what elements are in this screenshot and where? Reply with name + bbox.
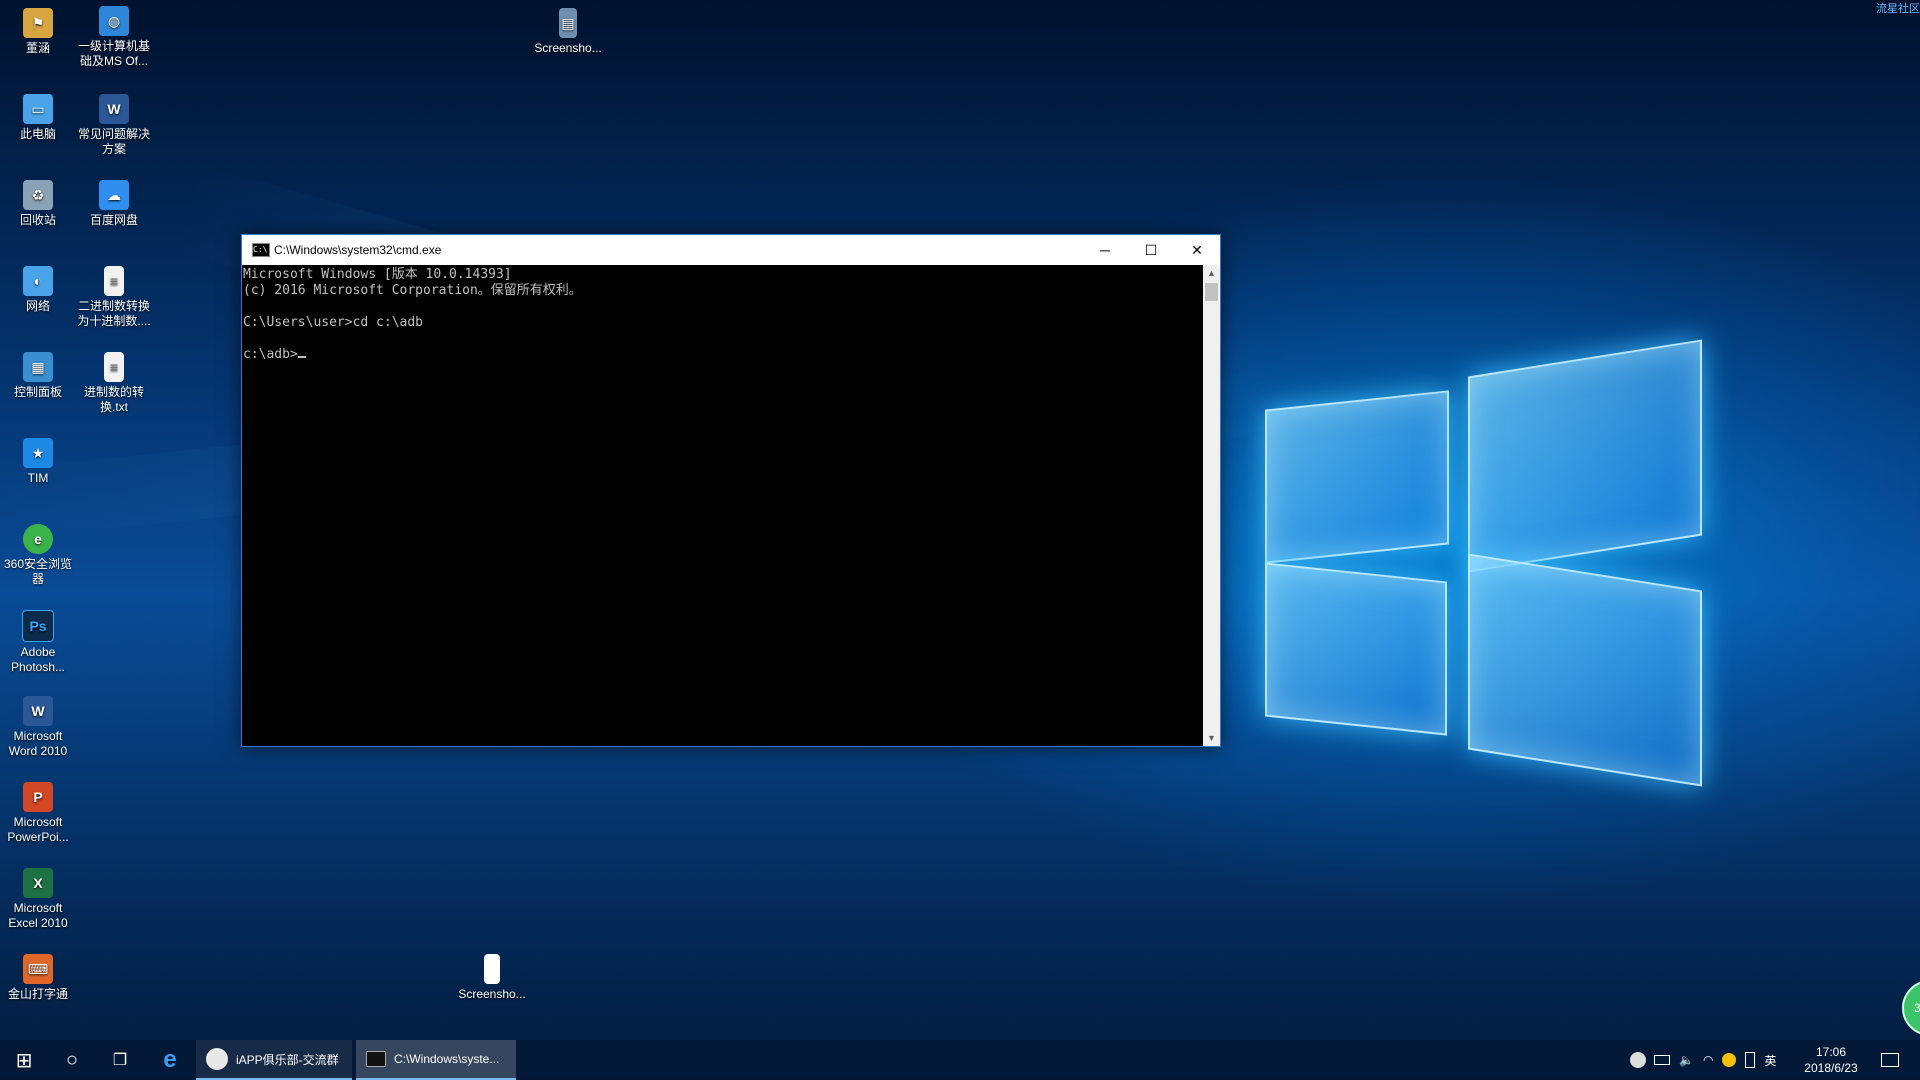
desktop-icon-network[interactable]: ◐ 网络 [0, 266, 76, 314]
text-file-icon: ≡ [104, 352, 124, 382]
maximize-button[interactable]: ☐ [1128, 235, 1174, 265]
tim-icon: ★ [23, 438, 53, 468]
user-folder-icon: ⚑ [23, 8, 53, 38]
taskbar: ⊞ ○ ❐ e iAPP俱乐部-交流群 C:\Windows\syste... … [0, 1040, 1920, 1080]
desktop-icon-recycle-bin[interactable]: ♻ 回收站 [0, 180, 76, 228]
desktop-icon-photoshop[interactable]: Ps Adobe Photosh... [0, 610, 76, 675]
usb-device-icon[interactable] [1745, 1052, 1756, 1068]
minimize-button[interactable]: ─ [1082, 235, 1128, 265]
blank-file-icon [484, 954, 500, 984]
action-center-button[interactable] [1870, 1040, 1910, 1080]
desktop-icon-screenshot-bottom[interactable]: Screensho... [454, 954, 530, 1002]
image-file-icon: ▤ [559, 8, 577, 38]
cmd-window-title: C:\Windows\system32\cmd.exe [274, 243, 442, 257]
console-line: (c) 2016 Microsoft Corporation。保留所有权利。 [243, 283, 582, 298]
close-icon: ✕ [1191, 241, 1203, 258]
system-tray: 🔈 ◠ 英 [1630, 1040, 1776, 1080]
clock-date: 2018/6/23 [1804, 1061, 1858, 1075]
search-button[interactable]: ○ [48, 1040, 96, 1080]
scroll-down-icon[interactable]: ▼ [1203, 730, 1220, 746]
desktop-icon-base-conversion-txt[interactable]: ≡ 进制数的转换.txt [76, 352, 152, 415]
taskbar-app-label: C:\Windows\syste... [394, 1052, 500, 1066]
word-doc-icon: W [99, 94, 129, 124]
taskbar-clock[interactable]: 17:06 2018/6/23 [1786, 1044, 1876, 1076]
cmd-window[interactable]: C:\ C:\Windows\system32\cmd.exe ─ ☐ ✕ Mi… [241, 234, 1221, 747]
taskbar-app-iapp-club[interactable]: iAPP俱乐部-交流群 [196, 1040, 352, 1080]
tray-battery-icon[interactable] [1654, 1055, 1670, 1065]
desktop-icon-this-pc[interactable]: ▭ 此电脑 [0, 94, 76, 142]
baidu-netdisk-icon: ☁ [99, 180, 129, 210]
task-view-icon: ❐ [112, 1052, 128, 1069]
console-line: Microsoft Windows [版本 10.0.14393] [243, 267, 512, 282]
desktop-icon-faq-solutions[interactable]: W 常见问题解决方案 [76, 94, 152, 157]
taskbar-app-cmd[interactable]: C:\Windows\syste... [356, 1040, 516, 1080]
desktop-icon-powerpoint[interactable]: P Microsoft PowerPoi... [0, 782, 76, 845]
maximize-icon: ☐ [1144, 241, 1158, 258]
task-view-button[interactable]: ❐ [96, 1040, 144, 1080]
close-button[interactable]: ✕ [1174, 235, 1220, 265]
console-line: C:\Users\user>cd c:\adb [243, 315, 424, 330]
word-icon: W [23, 696, 53, 726]
wifi-icon[interactable]: ◠ [1703, 1053, 1713, 1067]
scrollbar-thumb[interactable] [1205, 283, 1218, 301]
control-panel-icon: ▦ [23, 352, 53, 382]
cmd-icon [366, 1051, 386, 1067]
360-browser-icon: e [23, 524, 53, 554]
desktop-icon-kingsoft-typing[interactable]: ⌨ 金山打字通 [0, 954, 76, 1002]
tray-360-icon[interactable] [1722, 1053, 1737, 1067]
desktop-icon-control-panel[interactable]: ▦ 控制面板 [0, 352, 76, 400]
desktop-icon-binary-to-decimal[interactable]: ≡ 二进制数转换为十进制数.... [76, 266, 152, 329]
start-button[interactable]: ⊞ [0, 1040, 48, 1080]
text-file-icon: ≡ [104, 266, 124, 296]
console-output[interactable]: Microsoft Windows [版本 10.0.14393] (c) 20… [242, 265, 1203, 746]
recycle-bin-icon: ♻ [23, 180, 53, 210]
kingsoft-typing-icon: ⌨ [23, 954, 53, 984]
clock-time: 17:06 [1815, 1045, 1847, 1059]
desktop-icon-baidu-netdisk[interactable]: ☁ 百度网盘 [76, 180, 152, 228]
notification-icon [1881, 1053, 1899, 1067]
cortana-search-icon: ○ [65, 1048, 79, 1071]
excel-icon: X [23, 868, 53, 898]
network-icon: ◐ [23, 266, 53, 296]
console-prompt: c:\adb> [243, 347, 298, 362]
chat-app-icon [206, 1048, 228, 1070]
minimize-icon: ─ [1100, 242, 1110, 258]
tray-app-icon[interactable] [1630, 1052, 1646, 1068]
desktop-icon-excel-2010[interactable]: X Microsoft Excel 2010 [0, 868, 76, 931]
console-scrollbar[interactable]: ▲ ▼ [1203, 265, 1220, 746]
desktop-icon-360-browser[interactable]: e 360安全浏览器 [0, 524, 76, 587]
windows-logo-wallpaper [1260, 339, 1720, 790]
desktop-icon-screenshot-top[interactable]: ▤ Screensho... [530, 8, 606, 56]
cmd-app-icon: C:\ [252, 243, 270, 257]
powerpoint-icon: P [23, 782, 53, 812]
desktop-icon-word-2010[interactable]: W Microsoft Word 2010 [0, 696, 76, 759]
globe-app-icon: ◍ [99, 6, 129, 36]
floating-speed-ball[interactable]: 38 [1902, 980, 1920, 1036]
edge-button[interactable]: e [146, 1040, 194, 1080]
windows-start-icon: ⊞ [15, 1049, 33, 1072]
volume-icon[interactable]: 🔈 [1679, 1053, 1694, 1067]
taskbar-app-label: iAPP俱乐部-交流群 [236, 1052, 339, 1067]
cmd-title-bar[interactable]: C:\ C:\Windows\system32\cmd.exe ─ ☐ ✕ [242, 235, 1220, 265]
desktop-icon-dong-han[interactable]: ⚑ 董涵 [0, 8, 76, 56]
desktop-icon-tim[interactable]: ★ TIM [0, 438, 76, 486]
desktop-icon-computer-basics[interactable]: ◍ 一级计算机基础及MS Of... [76, 6, 152, 69]
input-method-indicator[interactable]: 英 [1764, 1052, 1776, 1069]
computer-icon: ▭ [23, 94, 53, 124]
edge-browser-icon: e [163, 1046, 177, 1073]
text-cursor [297, 356, 306, 358]
console-prompt-line[interactable]: c:\adb> [243, 347, 1203, 363]
photoshop-icon: Ps [22, 610, 54, 642]
corner-watermark: 流星社区 [1876, 3, 1920, 15]
scroll-up-icon[interactable]: ▲ [1203, 265, 1220, 281]
